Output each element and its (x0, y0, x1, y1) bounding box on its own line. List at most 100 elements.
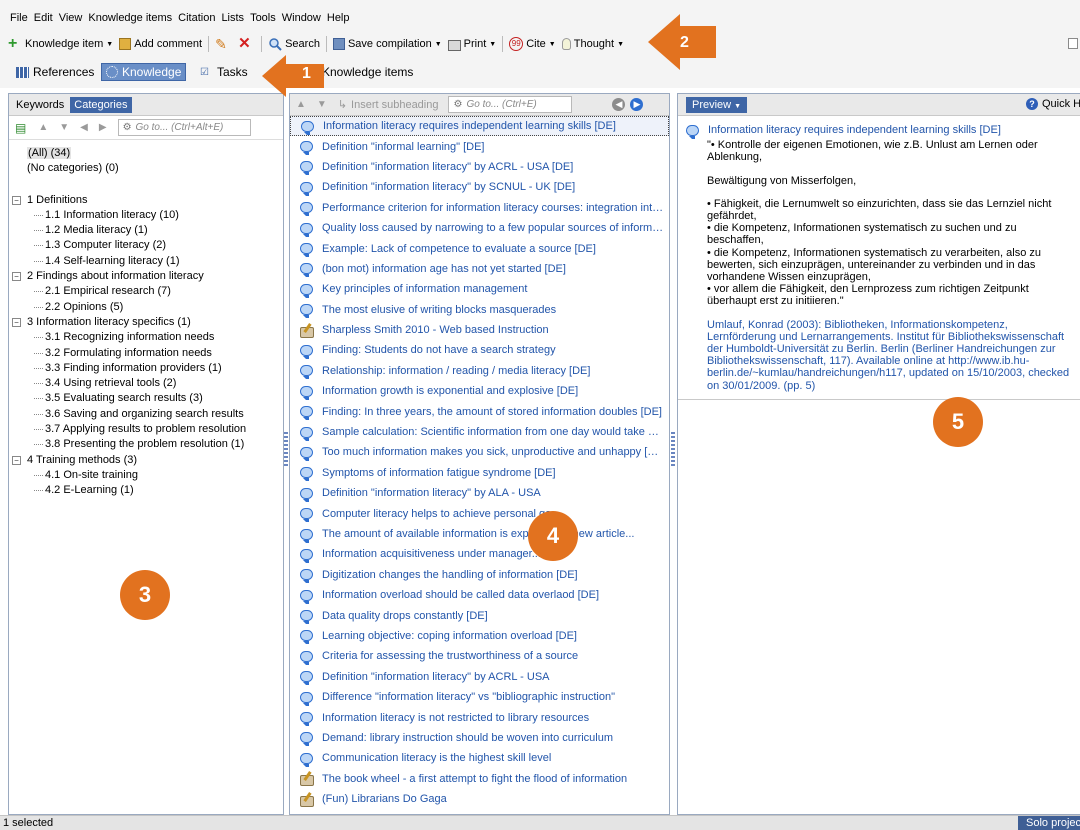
knowledge-item-row[interactable]: Criteria for assessing the trustworthine… (290, 646, 669, 666)
tree-subcategory[interactable]: 3.5 Evaluating search results (3) (27, 391, 283, 406)
tree-subcategory[interactable]: 3.3 Finding information providers (1) (27, 361, 283, 376)
tree-subcategory[interactable]: 1.1 Information literacy (10) (27, 208, 283, 223)
knowledge-goto-input[interactable]: ⚙ Go to... (Ctrl+E) (448, 96, 573, 113)
tree-category[interactable]: −3 Information literacy specifics (1) (12, 315, 283, 330)
knowledge-item-row[interactable]: The book wheel - a first attempt to figh… (290, 769, 669, 789)
knowledge-item-row[interactable]: (Fun) Librarians Do Gaga (290, 789, 669, 809)
splitter-handle[interactable] (284, 432, 288, 466)
knowledge-item-row[interactable]: Definition "information literacy" by SCN… (290, 177, 669, 197)
search-button[interactable]: Search (268, 37, 320, 51)
collapse-icon[interactable]: − (12, 195, 21, 205)
add-comment-button[interactable]: Add comment (119, 38, 202, 50)
tree-subcategory[interactable]: 3.7 Applying results to problem resoluti… (27, 422, 283, 437)
menu-window[interactable]: Window (282, 12, 321, 30)
tree-category[interactable]: −2 Findings about information literacy (12, 269, 283, 284)
knowledge-item-row[interactable]: Relationship: information / reading / me… (290, 361, 669, 381)
tree-subcategory[interactable]: 2.1 Empirical research (7) (27, 284, 283, 299)
move-left-icon[interactable]: ◀ (80, 122, 88, 133)
collapse-icon[interactable]: − (12, 455, 21, 465)
tree-category[interactable]: −4 Training methods (3) (12, 453, 283, 468)
preview-button[interactable]: Preview ▼ (686, 96, 748, 113)
menu-tools[interactable]: Tools (250, 12, 276, 30)
knowledge-item-row[interactable]: The amount of available information is e… (290, 524, 669, 544)
thought-button[interactable]: Thought ▼ (561, 38, 624, 50)
tab-keywords[interactable]: Keywords (12, 97, 68, 113)
knowledge-item-row[interactable]: Definition "information literacy" by ALA… (290, 483, 669, 503)
tree-category[interactable]: −1 Definitions (12, 193, 283, 208)
category-goto-input[interactable]: ⚙ Go to... (Ctrl+Alt+E) (117, 119, 251, 136)
knowledge-item-row[interactable]: Too much information makes you sick, unp… (290, 442, 669, 462)
knowledge-item-row[interactable]: Information growth is exponential and ex… (290, 381, 669, 401)
edit-button[interactable]: ✎ (215, 37, 232, 51)
knowledge-item-row[interactable]: Information acquisitiveness under manage… (290, 544, 669, 564)
knowledge-item-row[interactable]: Finding: Students do not have a search s… (290, 340, 669, 360)
knowledge-item-row[interactable]: Data quality drops constantly [DE] (290, 605, 669, 625)
tree-subcategory[interactable]: 4.1 On-site training (27, 468, 283, 483)
knowledge-item-row[interactable]: (bon mot) information age has not yet st… (290, 259, 669, 279)
knowledge-item-row[interactable]: Difference "information literacy" vs "bi… (290, 687, 669, 707)
move-up-icon[interactable]: ▲ (296, 99, 306, 110)
knowledge-item-row[interactable]: Information literacy requires independen… (290, 116, 669, 137)
knowledge-item-row[interactable]: Digitization changes the handling of inf… (290, 565, 669, 585)
knowledge-item-row[interactable]: Learning objective: coping information o… (290, 626, 669, 646)
tree-subcategory[interactable]: 3.2 Formulating information needs (27, 346, 283, 361)
tree-subcategory[interactable]: 1.3 Computer literacy (2) (27, 238, 283, 253)
menu-knowledge-items[interactable]: Knowledge items (88, 12, 172, 30)
menu-lists[interactable]: Lists (221, 12, 244, 30)
tree-subcategory[interactable]: 3.4 Using retrieval tools (2) (27, 376, 283, 391)
tree-subcategory[interactable]: 3.8 Presenting the problem resolution (1… (27, 437, 283, 452)
move-right-icon[interactable]: ▶ (99, 122, 107, 133)
save-compilation-button[interactable]: Save compilation ▼ (332, 38, 442, 50)
previous-icon[interactable]: ◀ (612, 98, 626, 111)
delete-button[interactable]: ✕ (238, 36, 255, 51)
menu-citation[interactable]: Citation (178, 12, 215, 30)
tab-references[interactable]: References (12, 63, 98, 81)
knowledge-item-row[interactable]: Symptoms of information fatigue syndrome… (290, 463, 669, 483)
knowledge-item-row[interactable]: Computer literacy helps to achieve perso… (290, 503, 669, 523)
tree-subcategory[interactable]: 3.6 Saving and organizing search results (27, 407, 283, 422)
preview-source[interactable]: Umlauf, Konrad (2003): Bibliotheken, Inf… (707, 319, 1070, 392)
knowledge-item-row[interactable]: Demand: library instruction should be wo… (290, 728, 669, 748)
knowledge-item-row[interactable]: Quality loss caused by narrowing to a fe… (290, 218, 669, 238)
menu-edit[interactable]: Edit (34, 12, 53, 30)
tab-tasks[interactable]: ☑ Tasks (196, 63, 252, 81)
menu-file[interactable]: File (10, 12, 28, 30)
add-category-icon[interactable]: ▤ (15, 121, 26, 135)
preview-title[interactable]: Information literacy requires independen… (686, 124, 1070, 139)
tree-subcategory[interactable]: 1.4 Self-learning literacy (1) (27, 254, 283, 269)
tree-node-all[interactable]: (All) (34) (27, 146, 283, 161)
cite-button[interactable]: 99 Cite ▼ (509, 37, 556, 51)
knowledge-item-row[interactable]: Key principles of information management (290, 279, 669, 299)
menu-view[interactable]: View (59, 12, 83, 30)
layout-toggle-icon[interactable] (1068, 38, 1078, 49)
collapse-icon[interactable]: − (12, 317, 21, 327)
move-down-icon[interactable]: ▼ (317, 99, 327, 110)
knowledge-item-row[interactable]: Definition "information literacy" by ACR… (290, 667, 669, 687)
knowledge-item-row[interactable]: Performance criterion for information li… (290, 198, 669, 218)
tab-categories[interactable]: Categories (70, 96, 132, 113)
knowledge-item-row[interactable]: Finding: In three years, the amount of s… (290, 401, 669, 421)
menu-help[interactable]: Help (327, 12, 350, 30)
tree-node-no-categories[interactable]: (No categories) (0) (27, 161, 283, 176)
next-icon[interactable]: ▶ (630, 98, 644, 111)
knowledge-item-row[interactable]: Communication literacy is the highest sk… (290, 748, 669, 768)
knowledge-item-row[interactable]: Sample calculation: Scientific informati… (290, 422, 669, 442)
tree-subcategory[interactable]: 3.1 Recognizing information needs (27, 330, 283, 345)
tab-knowledge[interactable]: Knowledge (101, 63, 187, 81)
knowledge-item-row[interactable]: Sharpless Smith 2010 - Web based Instruc… (290, 320, 669, 340)
tree-subcategory[interactable]: 4.2 E-Learning (1) (27, 483, 283, 498)
print-button[interactable]: Print ▼ (447, 38, 496, 51)
knowledge-item-row[interactable]: Information literacy is not restricted t… (290, 707, 669, 727)
knowledge-item-row[interactable]: Definition "informal learning" [DE] (290, 136, 669, 156)
knowledge-item-button[interactable]: + Knowledge item ▼ (8, 36, 113, 52)
move-up-icon[interactable]: ▲ (38, 122, 48, 133)
collapse-icon[interactable]: − (12, 272, 21, 282)
knowledge-item-row[interactable]: The most elusive of writing blocks masqu… (290, 300, 669, 320)
move-down-icon[interactable]: ▼ (59, 122, 69, 133)
knowledge-item-row[interactable]: Definition "information literacy" by ACR… (290, 157, 669, 177)
tree-subcategory[interactable]: 2.2 Opinions (5) (27, 300, 283, 315)
knowledge-item-row[interactable]: Example: Lack of competence to evaluate … (290, 238, 669, 258)
tree-subcategory[interactable]: 1.2 Media literacy (1) (27, 223, 283, 238)
insert-subheading-button[interactable]: Insert subheading (351, 99, 438, 111)
knowledge-item-row[interactable]: Information overload should be called da… (290, 585, 669, 605)
